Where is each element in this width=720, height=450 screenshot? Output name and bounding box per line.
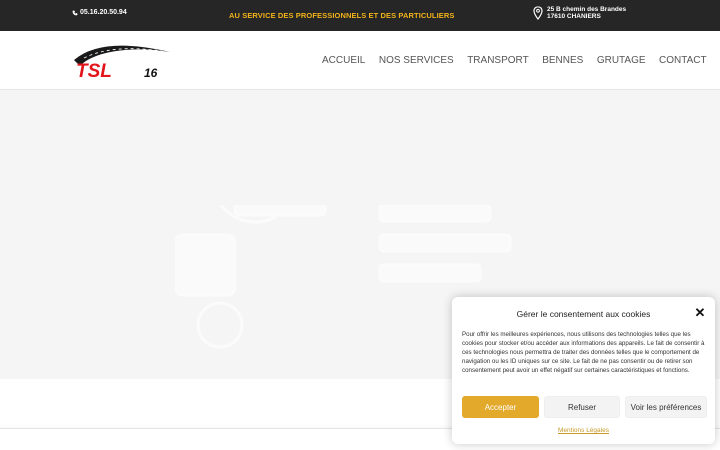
nav-item-transport[interactable]: TRANSPORT	[467, 55, 529, 66]
preferences-button[interactable]: Voir les préférences	[625, 396, 707, 418]
nav-item-accueil[interactable]: ACCUEIL	[322, 55, 365, 66]
cookie-title: Gérer le consentement aux cookies	[516, 309, 651, 319]
cookie-description: Pour offrir les meilleures expériences, …	[462, 331, 705, 374]
address-info: 25 B chemin des Brandes 17610 CHANIERS	[533, 6, 626, 20]
logo-text: TSL	[76, 61, 112, 80]
phone-icon	[72, 10, 78, 15]
phone-info[interactable]: 05.16.20.50.94	[72, 9, 127, 16]
address-line-1: 25 B chemin des Brandes	[547, 6, 627, 13]
nav-item-contact[interactable]: CONTACT	[659, 55, 707, 66]
phone-number[interactable]: 05.16.20.50.94	[80, 9, 127, 16]
address-line-2: 17610 CHANIERS	[547, 13, 601, 20]
main-nav: ACCUEIL NOS SERVICES TRANSPORT BENNES GR…	[322, 55, 720, 66]
legal-notice-link[interactable]: Mentions Légales	[452, 427, 715, 434]
location-pin-icon	[533, 6, 543, 20]
refuse-button[interactable]: Refuser	[544, 396, 620, 418]
accept-button[interactable]: Accepter	[462, 396, 539, 418]
close-icon[interactable]: ✕	[693, 306, 707, 320]
top-bar: 05.16.20.50.94 AU SERVICE DES PROFESSION…	[0, 0, 720, 31]
nav-item-grutage[interactable]: GRUTAGE	[597, 55, 646, 66]
cookie-actions: Accepter Refuser Voir les préférences	[462, 396, 707, 418]
tagline: AU SERVICE DES PROFESSIONNELS ET DES PAR…	[229, 11, 455, 20]
site-logo[interactable]: TSL 16	[72, 40, 172, 80]
nav-item-nos-services[interactable]: NOS SERVICES	[379, 55, 454, 66]
nav-item-bennes[interactable]: BENNES	[542, 55, 583, 66]
cookie-consent-dialog: Gérer le consentement aux cookies ✕ Pour…	[452, 297, 715, 444]
logo-number: 16	[144, 66, 158, 80]
